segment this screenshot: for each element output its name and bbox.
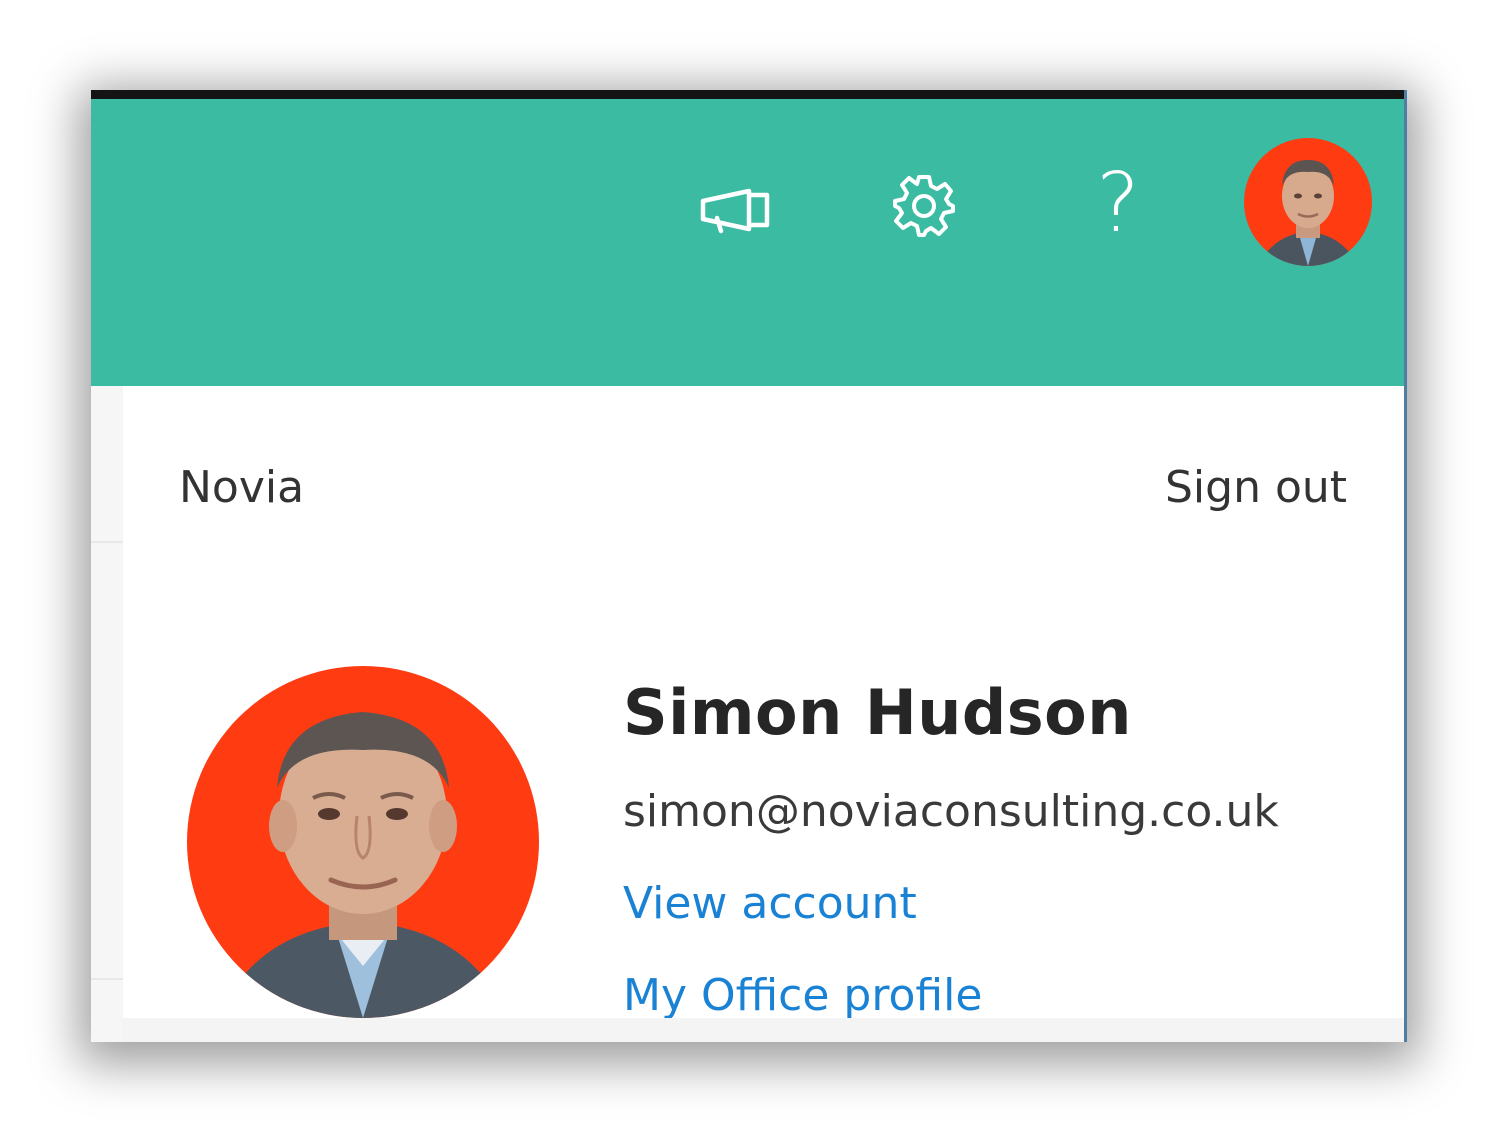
gear-icon[interactable] — [889, 171, 959, 241]
account-manager-window: ? Novia Sign out Simon Hudson simon@novi… — [91, 90, 1407, 1042]
avatar[interactable] — [1244, 138, 1372, 266]
profile-photo[interactable] — [187, 666, 539, 1018]
divider — [91, 541, 123, 543]
top-border — [91, 90, 1407, 99]
divider — [91, 978, 123, 980]
user-display-name: Simon Hudson — [623, 676, 1132, 749]
view-account-link[interactable]: View account — [623, 878, 917, 929]
help-icon[interactable]: ? — [1088, 159, 1148, 249]
sign-out-link[interactable]: Sign out — [1165, 462, 1347, 513]
bottom-strip — [123, 1018, 1407, 1042]
suite-header: ? — [91, 99, 1407, 386]
window-edge — [1404, 90, 1407, 1042]
background-page-strip — [91, 386, 123, 1042]
office-profile-link[interactable]: My Office profile — [623, 970, 982, 1021]
user-email: simon@noviaconsulting.co.uk — [623, 786, 1279, 837]
megaphone-icon[interactable] — [697, 185, 773, 235]
organization-name: Novia — [179, 462, 305, 513]
account-panel: Novia Sign out Simon Hudson simon@noviac… — [123, 386, 1407, 1021]
